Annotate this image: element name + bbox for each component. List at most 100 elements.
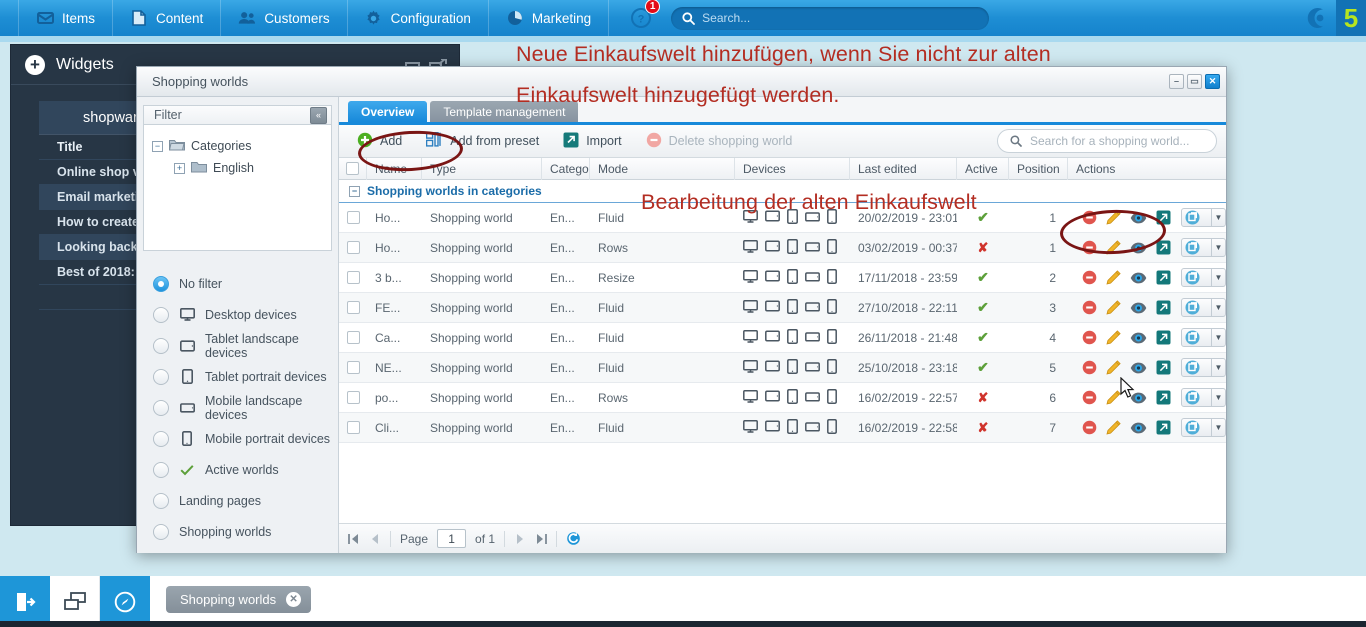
tab-template-management[interactable]: Template management bbox=[430, 101, 579, 122]
filter-option-desktop-devices[interactable]: Desktop devices bbox=[143, 299, 332, 330]
delete-icon[interactable] bbox=[1082, 300, 1097, 315]
chevron-down-icon[interactable]: ▼ bbox=[1212, 243, 1225, 252]
edit-icon[interactable] bbox=[1106, 270, 1121, 285]
group-collapse-icon[interactable]: − bbox=[349, 185, 360, 197]
duplicate-icon[interactable] bbox=[1182, 300, 1211, 315]
last-page-icon[interactable] bbox=[535, 533, 547, 545]
tab-overview[interactable]: Overview bbox=[348, 101, 428, 122]
table-search-input[interactable]: Search for a shopping world... bbox=[997, 129, 1217, 153]
open-icon[interactable] bbox=[1156, 300, 1171, 315]
add-button[interactable]: Add bbox=[346, 129, 413, 154]
tree-node-english[interactable]: + English bbox=[152, 157, 323, 179]
edit-icon[interactable] bbox=[1106, 300, 1121, 315]
table-row[interactable]: Ho... Shopping world En... Fluid 20/02/2019 … bbox=[339, 203, 1226, 233]
column-header-mode[interactable]: Mode bbox=[590, 158, 735, 180]
column-header-type[interactable]: Type bbox=[422, 158, 542, 180]
table-row[interactable]: NE... Shopping world En... Fluid 25/10/2018 … bbox=[339, 353, 1226, 383]
row-checkbox[interactable] bbox=[346, 211, 360, 224]
chevron-down-icon[interactable]: ▼ bbox=[1212, 393, 1225, 402]
chevron-down-icon[interactable]: ▼ bbox=[1212, 423, 1225, 432]
radio-icon[interactable] bbox=[153, 275, 169, 292]
delete-icon[interactable] bbox=[1082, 240, 1097, 255]
nav-item-marketing[interactable]: Marketing bbox=[489, 0, 610, 36]
duplicate-split-button[interactable]: ▼ bbox=[1181, 418, 1226, 437]
duplicate-split-button[interactable]: ▼ bbox=[1181, 268, 1226, 287]
preview-icon[interactable] bbox=[1130, 362, 1147, 374]
delete-icon[interactable] bbox=[1082, 390, 1097, 405]
delete-icon[interactable] bbox=[1082, 330, 1097, 345]
preview-icon[interactable] bbox=[1130, 332, 1147, 344]
taskbar-task-shopping-worlds[interactable]: Shopping worlds ✕ bbox=[166, 586, 312, 613]
chevron-down-icon[interactable]: ▼ bbox=[1212, 333, 1225, 342]
add-from-preset-button[interactable]: Add from preset bbox=[415, 129, 550, 154]
edit-icon[interactable] bbox=[1106, 240, 1121, 255]
import-button[interactable]: Import bbox=[552, 129, 632, 154]
duplicate-icon[interactable] bbox=[1182, 330, 1211, 345]
row-checkbox[interactable] bbox=[346, 391, 360, 404]
open-icon[interactable] bbox=[1156, 270, 1171, 285]
radio-icon[interactable] bbox=[153, 492, 169, 509]
window-titlebar[interactable]: Shopping worlds – ▭ ✕ bbox=[137, 67, 1226, 97]
table-row[interactable]: Ca... Shopping world En... Fluid 26/11/2018 … bbox=[339, 323, 1226, 353]
row-checkbox[interactable] bbox=[346, 331, 360, 344]
chevron-down-icon[interactable]: ▼ bbox=[1212, 213, 1225, 222]
duplicate-icon[interactable] bbox=[1182, 420, 1211, 435]
chevron-down-icon[interactable]: ▼ bbox=[1212, 363, 1225, 372]
refresh-icon[interactable] bbox=[566, 531, 581, 546]
duplicate-icon[interactable] bbox=[1182, 270, 1211, 285]
plus-icon[interactable]: + bbox=[25, 54, 45, 75]
table-row[interactable]: 3 b... Shopping world En... Resize 17/11/201… bbox=[339, 263, 1226, 293]
radio-icon[interactable] bbox=[153, 399, 169, 416]
edit-icon[interactable] bbox=[1106, 390, 1121, 405]
minimize-button[interactable]: – bbox=[1169, 74, 1184, 89]
row-checkbox[interactable] bbox=[346, 421, 360, 434]
column-header-position[interactable]: Position bbox=[1009, 158, 1068, 180]
filter-option-shopping-worlds[interactable]: Shopping worlds bbox=[143, 516, 332, 547]
edit-icon[interactable] bbox=[1106, 210, 1121, 225]
duplicate-split-button[interactable]: ▼ bbox=[1181, 298, 1226, 317]
open-icon[interactable] bbox=[1156, 390, 1171, 405]
table-row[interactable]: Cli... Shopping world En... Fluid 16/02/2019… bbox=[339, 413, 1226, 443]
edit-icon[interactable] bbox=[1106, 360, 1121, 375]
duplicate-split-button[interactable]: ▼ bbox=[1181, 238, 1226, 257]
edit-icon[interactable] bbox=[1106, 330, 1121, 345]
delete-icon[interactable] bbox=[1082, 210, 1097, 225]
preview-icon[interactable] bbox=[1130, 302, 1147, 314]
help-button[interactable]: ? 1 bbox=[631, 0, 661, 28]
tree-collapse-icon[interactable]: − bbox=[152, 140, 163, 152]
filter-option-mobile-portrait[interactable]: Mobile portrait devices bbox=[143, 423, 332, 454]
chevron-down-icon[interactable]: ▼ bbox=[1212, 273, 1225, 282]
row-checkbox[interactable] bbox=[346, 271, 360, 284]
open-icon[interactable] bbox=[1156, 210, 1171, 225]
page-number-input[interactable]: 1 bbox=[437, 529, 467, 548]
chevron-down-icon[interactable]: ▼ bbox=[1212, 303, 1225, 312]
radio-icon[interactable] bbox=[153, 337, 169, 354]
filter-option-tablet-landscape[interactable]: Tablet landscape devices bbox=[143, 330, 332, 361]
filter-option-mobile-landscape[interactable]: Mobile landscape devices bbox=[143, 392, 332, 423]
filter-option-active-worlds[interactable]: Active worlds bbox=[143, 454, 332, 485]
radio-icon[interactable] bbox=[153, 523, 169, 540]
radio-icon[interactable] bbox=[153, 430, 169, 447]
dashboard-button[interactable] bbox=[100, 576, 150, 627]
table-row[interactable]: po... Shopping world En... Rows 16/02/2019 -… bbox=[339, 383, 1226, 413]
radio-icon[interactable] bbox=[153, 368, 169, 385]
prev-page-icon[interactable] bbox=[369, 533, 381, 545]
column-header-devices[interactable]: Devices bbox=[735, 158, 850, 180]
nav-item-configuration[interactable]: Configuration bbox=[348, 0, 489, 36]
preview-icon[interactable] bbox=[1130, 392, 1147, 404]
duplicate-icon[interactable] bbox=[1182, 390, 1211, 405]
filter-option-landing-pages[interactable]: Landing pages bbox=[143, 485, 332, 516]
row-checkbox[interactable] bbox=[346, 361, 360, 374]
edit-icon[interactable] bbox=[1106, 420, 1121, 435]
logout-button[interactable] bbox=[0, 576, 50, 627]
nav-item-items[interactable]: Items bbox=[18, 0, 114, 36]
duplicate-split-button[interactable]: ▼ bbox=[1181, 328, 1226, 347]
column-header-name[interactable]: Name bbox=[367, 158, 422, 180]
open-icon[interactable] bbox=[1156, 240, 1171, 255]
delete-icon[interactable] bbox=[1082, 270, 1097, 285]
global-search-input[interactable]: Search... bbox=[671, 6, 990, 30]
preview-icon[interactable] bbox=[1130, 242, 1147, 254]
open-icon[interactable] bbox=[1156, 330, 1171, 345]
row-checkbox[interactable] bbox=[346, 301, 360, 314]
tree-node-categories[interactable]: − Categories bbox=[152, 135, 323, 157]
